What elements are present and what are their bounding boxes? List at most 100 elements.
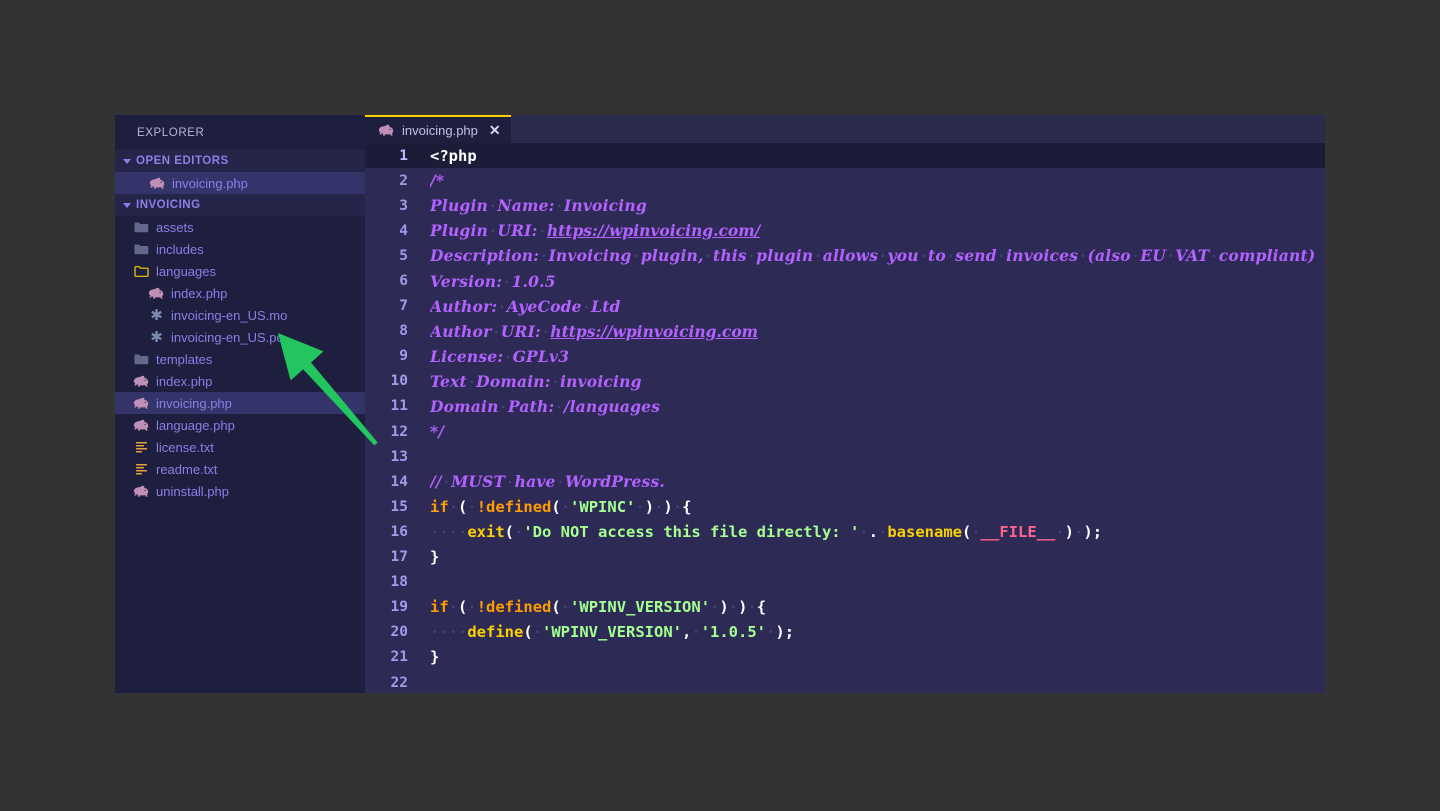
code-token: ·: [813, 247, 823, 266]
code-token: you: [887, 246, 919, 266]
code-token: ·: [514, 522, 524, 541]
tree-folder-item[interactable]: languages: [115, 260, 365, 282]
tree-file-item[interactable]: license.txt: [115, 436, 365, 458]
code-line-content: License:·GPLv3: [430, 347, 1325, 366]
code-token: GPLv3: [512, 346, 570, 366]
line-number: 21: [390, 649, 408, 666]
code-token: ·: [728, 598, 739, 617]
code-token: Invoicing: [563, 196, 647, 216]
php-elephant-icon: [378, 124, 395, 137]
tree-item-label: languages: [156, 263, 216, 279]
code-token: MUST: [451, 472, 506, 492]
tree-file-item[interactable]: ✱ invoicing-en_US.mo: [115, 304, 365, 326]
tree-file-item[interactable]: uninstall.php: [115, 480, 365, 502]
line-number: 19: [390, 599, 408, 616]
close-icon[interactable]: ✕: [489, 123, 501, 137]
code-line[interactable]: 9 License:·GPLv3: [365, 344, 1325, 369]
php-elephant-icon: [133, 417, 150, 433]
tree-folder-item[interactable]: templates: [115, 348, 365, 370]
line-number: 9: [399, 348, 408, 365]
code-line-content: Author:·AyeCode·Ltd: [430, 297, 1325, 316]
code-line[interactable]: 6 Version:·1.0.5: [365, 268, 1325, 293]
code-token: ·: [996, 247, 1007, 266]
code-token: ·: [491, 322, 501, 341]
tree-item-label: invoicing-en_US.po: [171, 329, 284, 345]
code-line[interactable]: 19 if·(·!defined(·'WPINV_VERSION'·)·)·{: [365, 595, 1325, 620]
tree-folder-item[interactable]: includes: [115, 238, 365, 260]
code-line[interactable]: 13: [365, 444, 1325, 469]
code-line[interactable]: 16 ····exit(·'Do NOT access this file dir…: [365, 519, 1325, 544]
line-number: 11: [390, 398, 408, 415]
tree-file-item[interactable]: invoicing.php: [115, 392, 365, 414]
code-line-content: /*: [430, 171, 1325, 190]
code-token: ·: [703, 247, 713, 266]
line-number: 16: [390, 523, 408, 540]
editor-tab[interactable]: invoicing.php ✕: [365, 115, 511, 143]
code-token: //: [430, 472, 442, 492]
code-line[interactable]: 7 Author:·AyeCode·Ltd: [365, 294, 1325, 319]
code-line[interactable]: 18: [365, 570, 1325, 595]
folder-icon: [133, 219, 150, 235]
tree-file-item[interactable]: readme.txt: [115, 458, 365, 480]
code-token: !defined: [476, 598, 552, 617]
code-token: ·: [672, 497, 683, 516]
code-line[interactable]: 15 if·(·!defined(·'WPINC'·)·)·{: [365, 494, 1325, 519]
code-token: Domain: [430, 396, 499, 416]
section-header-open-editors[interactable]: OPEN EDITORS: [115, 150, 365, 172]
code-token: }: [430, 548, 440, 567]
code-token: 'WPINC': [570, 497, 636, 516]
tree-item-label: assets: [156, 219, 194, 235]
tree-file-item[interactable]: language.php: [115, 414, 365, 436]
code-line-content: Plugin·Name:·Invoicing: [430, 196, 1325, 215]
code-line[interactable]: 5 Description:·Invoicing·plugin,·this·plu…: [365, 243, 1325, 268]
code-token: ·: [505, 473, 515, 492]
php-elephant-icon: [148, 285, 165, 301]
code-token: Author:: [430, 296, 498, 316]
tree-file-item[interactable]: index.php: [115, 370, 365, 392]
code-line[interactable]: 12 */: [365, 419, 1325, 444]
code-line[interactable]: 8 Author·URI:·https://wpinvoicing.com: [365, 319, 1325, 344]
code-token: invoices: [1006, 246, 1079, 266]
code-line[interactable]: 21}: [365, 645, 1325, 670]
code-token: ·: [1074, 522, 1084, 541]
line-number: 15: [390, 498, 408, 515]
explorer-title: EXPLORER: [137, 126, 205, 139]
code-line-content: */: [430, 422, 1325, 441]
code-line[interactable]: 17}: [365, 545, 1325, 570]
code-token: ·: [555, 473, 565, 492]
code-token: URI:: [500, 321, 541, 341]
code-token: compliant): [1218, 246, 1316, 266]
asterisk-icon: ✱: [150, 305, 163, 324]
code-line[interactable]: 11 Domain·Path:·/languages: [365, 394, 1325, 419]
code-token: ·: [466, 372, 477, 391]
code-line[interactable]: 22: [365, 670, 1325, 693]
open-editors-list: invoicing.php: [115, 172, 365, 194]
code-token: (: [523, 623, 533, 642]
code-token: ·: [554, 397, 564, 416]
editor-tab-label: invoicing.php: [402, 122, 478, 138]
line-number: 14: [390, 473, 408, 490]
code-line[interactable]: 20 ····define(·'WPINV_VERSION',·'1.0.5'·)…: [365, 620, 1325, 645]
code-token: invoicing: [560, 371, 642, 391]
section-header-invoicing[interactable]: INVOICING: [115, 194, 365, 216]
code-line-content: }: [430, 648, 1325, 666]
line-number: 2: [399, 172, 408, 189]
vscode-window: EXPLORER OPEN EDITORS invoicing.php INVO…: [115, 115, 1325, 693]
code-line[interactable]: 14//·MUST·have·WordPress.: [365, 469, 1325, 494]
code-line[interactable]: 3 Plugin·Name:·Invoicing: [365, 193, 1325, 218]
php-elephant-icon: [133, 395, 150, 411]
code-line[interactable]: 10 Text·Domain:·invoicing: [365, 369, 1325, 394]
code-editor[interactable]: 1 <?php 2 /* 3 Plugin·Name:·Invoicing 4 Plugin·…: [365, 143, 1325, 693]
tree-folder-item[interactable]: assets: [115, 216, 365, 238]
line-number: 10: [390, 373, 408, 390]
tree-file-item[interactable]: index.php: [115, 282, 365, 304]
code-line-content: Description:·Invoicing·plugin,·this·plug…: [430, 246, 1325, 265]
code-line-content: }: [430, 548, 1325, 566]
open-editor-item[interactable]: invoicing.php: [115, 172, 365, 194]
tree-file-item[interactable]: ✱ invoicing-en_US.po: [115, 326, 365, 348]
code-line[interactable]: 1 <?php: [365, 143, 1325, 169]
code-token: https://wpinvoicing.com: [550, 321, 759, 341]
code-line[interactable]: 2 /*: [365, 168, 1325, 193]
code-token: );: [1083, 522, 1103, 541]
code-line[interactable]: 4 Plugin·URI:·https://wpinvoicing.com/: [365, 218, 1325, 243]
